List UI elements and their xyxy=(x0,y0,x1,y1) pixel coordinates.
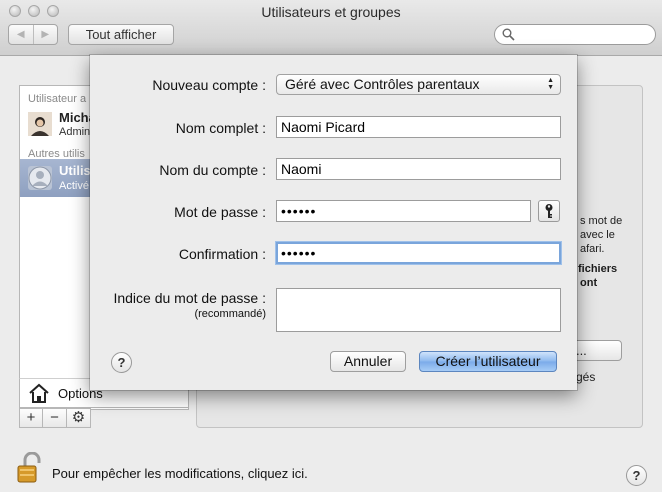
new-user-sheet: Nouveau compte : Géré avec Contrôles par… xyxy=(90,55,577,390)
panel-text-3: afari. xyxy=(580,243,605,255)
window-title: Utilisateurs et groupes xyxy=(261,4,401,20)
key-icon xyxy=(545,204,553,218)
panel-text-4: fichiers xyxy=(578,263,618,275)
create-user-button[interactable]: Créer l’utilisateur xyxy=(419,351,557,372)
new-account-label: Nouveau compte : xyxy=(152,77,266,93)
confirm-password-field[interactable]: •••••• xyxy=(276,242,561,264)
panel-text-5: ont xyxy=(580,277,598,289)
list-controls: + − ⚙ xyxy=(19,408,94,428)
action-menu-button[interactable]: ⚙ xyxy=(67,408,91,428)
sheet-help-button[interactable]: ? xyxy=(111,352,132,373)
password-label: Mot de passe : xyxy=(174,204,266,220)
full-name-label: Nom complet : xyxy=(175,120,266,136)
lock-icon xyxy=(17,451,41,483)
panel-text-6: gés xyxy=(576,370,596,384)
hint-label: Indice du mot de passe : xyxy=(113,290,266,306)
chevron-right-icon: ▶ xyxy=(41,29,50,40)
avatar xyxy=(28,112,52,136)
password-field[interactable]: •••••• xyxy=(276,200,531,222)
help-button[interactable]: ? xyxy=(626,465,647,486)
hint-sublabel: (recommandé) xyxy=(194,308,266,320)
panel-text-2: avec le xyxy=(580,229,615,241)
search-field[interactable] xyxy=(494,24,656,45)
account-name-field[interactable]: Naomi xyxy=(276,158,561,180)
lock-message: Pour empêcher les modifications, cliquez… xyxy=(52,466,308,481)
chevron-left-icon: ◀ xyxy=(16,29,25,40)
account-type-popup[interactable]: Géré avec Contrôles parentaux ▲ ▼ xyxy=(276,74,561,95)
cancel-button[interactable]: Annuler xyxy=(330,351,406,372)
remove-user-button[interactable]: − xyxy=(43,408,67,428)
confirm-label: Confirmation : xyxy=(178,246,266,262)
forward-button[interactable]: ▶ xyxy=(32,25,58,44)
account-type-value: Géré avec Contrôles parentaux xyxy=(285,76,480,92)
back-button[interactable]: ◀ xyxy=(9,25,33,44)
panel-text-1: s mot de xyxy=(580,215,623,227)
guest-user-name: Utilis xyxy=(59,163,91,178)
password-hint-field[interactable] xyxy=(276,288,561,332)
account-name-label: Nom du compte : xyxy=(159,162,266,178)
guest-user-status: Activé xyxy=(59,180,89,192)
window-toolbar: Utilisateurs et groupes ◀ ▶ Tout affiche… xyxy=(0,0,662,56)
password-assistant-button[interactable] xyxy=(538,200,560,222)
updown-arrows-icon: ▲ ▼ xyxy=(547,77,554,91)
current-user-section-header: Utilisateur a xyxy=(28,93,87,105)
guest-avatar-icon xyxy=(28,166,52,190)
house-icon xyxy=(29,383,49,403)
lock-button[interactable] xyxy=(14,451,44,487)
search-icon xyxy=(502,28,515,41)
show-all-button[interactable]: Tout afficher xyxy=(68,24,174,45)
gear-icon: ⚙ xyxy=(71,409,86,426)
add-user-button[interactable]: + xyxy=(19,408,43,428)
current-user-role: Admin xyxy=(59,126,91,138)
full-name-field[interactable]: Naomi Picard xyxy=(276,116,561,138)
navigation-buttons: ◀ ▶ xyxy=(8,24,58,45)
